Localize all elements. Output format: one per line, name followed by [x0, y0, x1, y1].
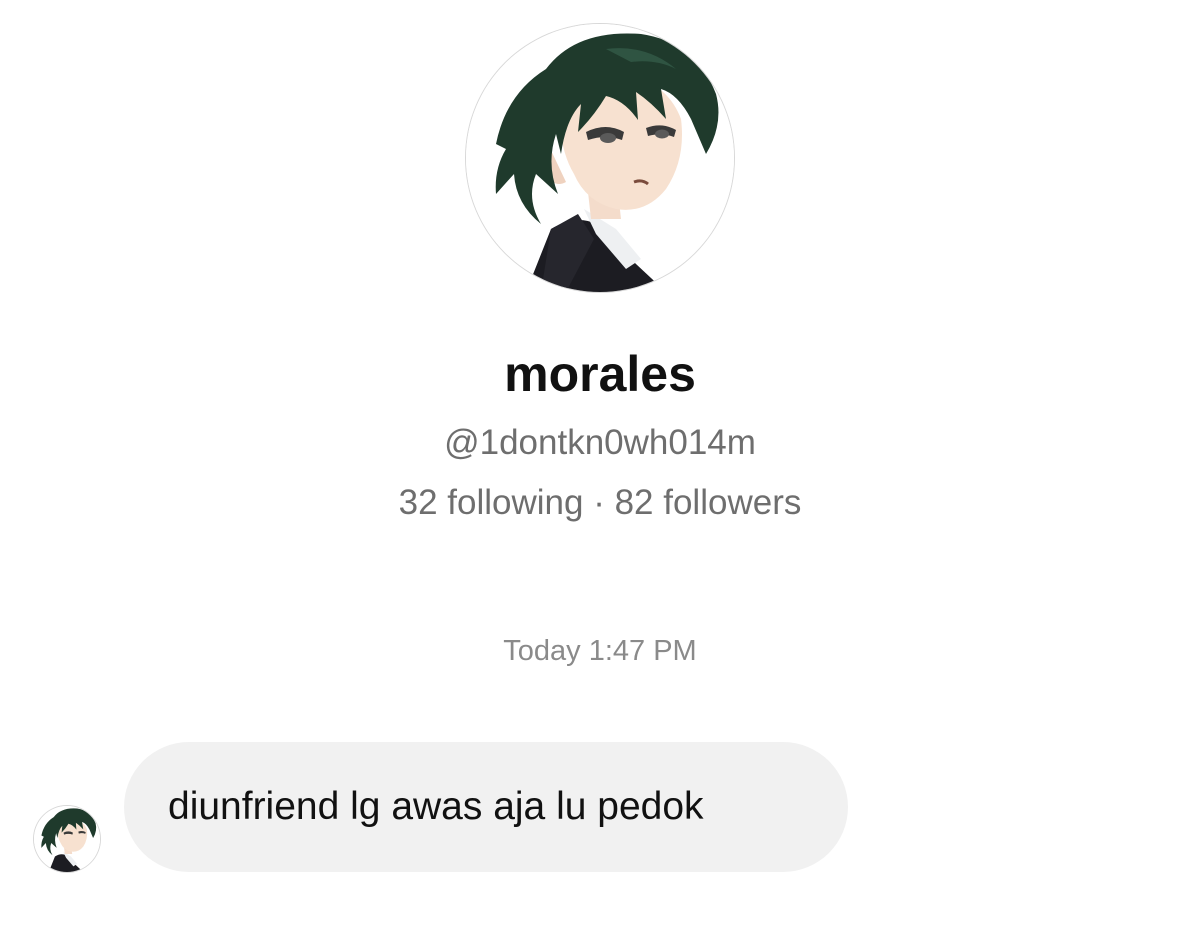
message-sender-avatar[interactable] [34, 806, 100, 872]
anime-character-avatar-icon [466, 24, 734, 292]
message-timestamp: Today 1:47 PM [503, 635, 697, 667]
message-bubble[interactable]: diunfriend lg awas aja lu pedok [124, 742, 848, 872]
chat-screen: morales @1dontkn0wh014m 32 following · 8… [0, 0, 1200, 936]
profile-display-name: morales [504, 346, 696, 402]
profile-follow-stats: 32 following · 82 followers [398, 483, 802, 522]
anime-character-avatar-icon [34, 806, 100, 872]
profile-handle: @1dontkn0wh014m [444, 423, 756, 462]
message-text: diunfriend lg awas aja lu pedok [168, 785, 704, 828]
profile-avatar[interactable] [466, 24, 734, 292]
